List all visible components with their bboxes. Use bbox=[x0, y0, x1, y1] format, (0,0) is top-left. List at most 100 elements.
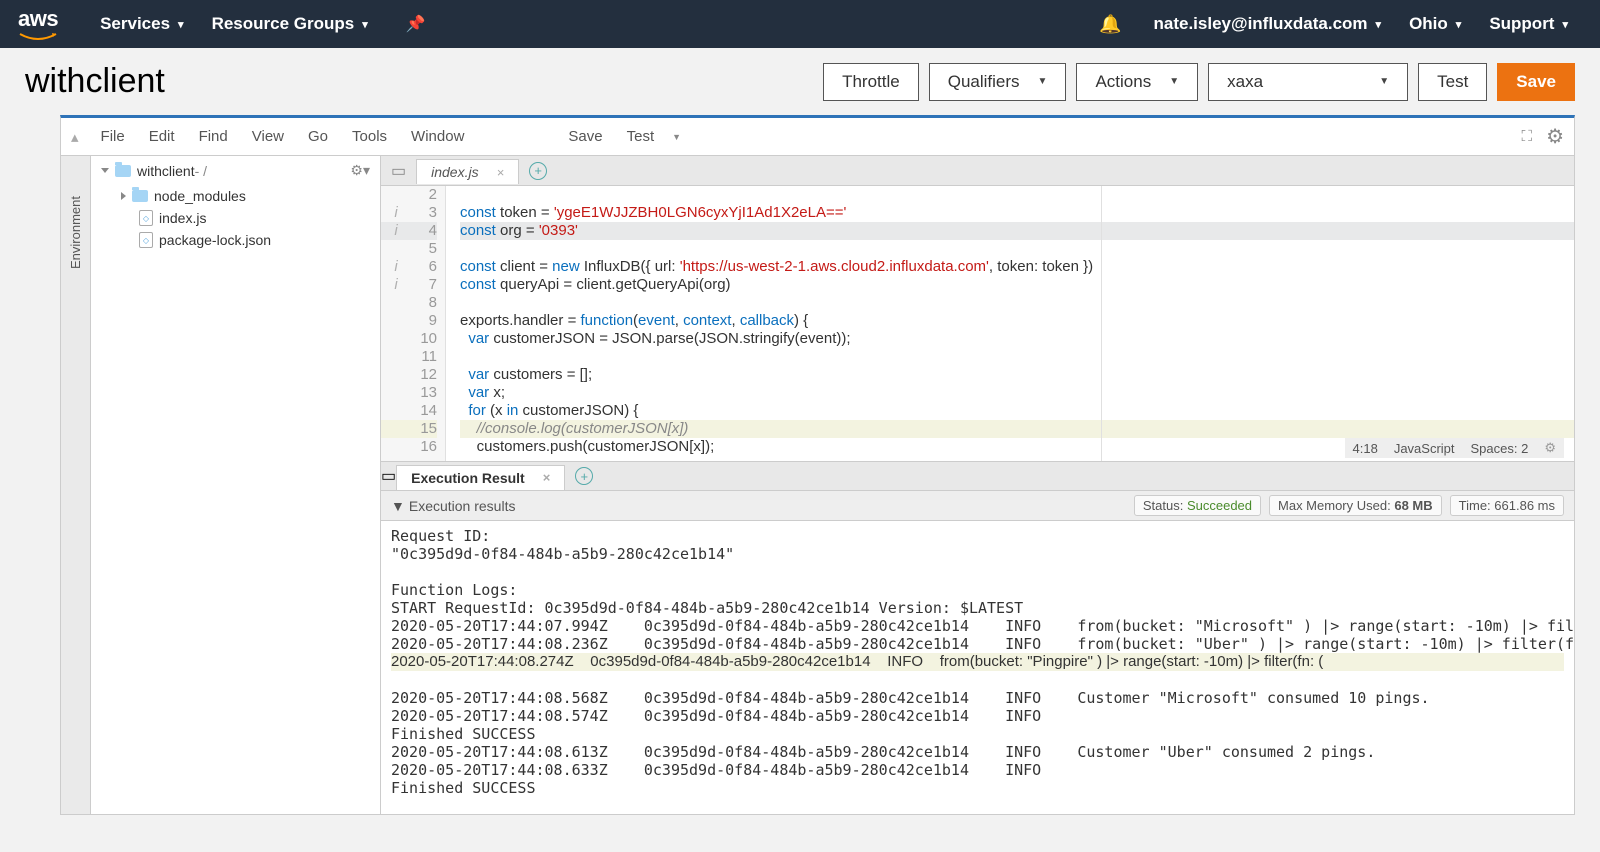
nav-support[interactable]: Support▾ bbox=[1475, 0, 1582, 48]
tree-file[interactable]: ◇ index.js bbox=[91, 207, 380, 229]
code-tab-bar: ▭ index.js × + bbox=[381, 156, 1574, 186]
file-icon: ◇ bbox=[139, 232, 153, 248]
add-tab-button[interactable]: + bbox=[575, 467, 593, 485]
tree-root-name[interactable]: withclient bbox=[137, 163, 195, 179]
triangle-down-icon[interactable]: ▼ bbox=[672, 132, 681, 142]
qualifiers-button[interactable]: Qualifiers ▼ bbox=[929, 63, 1067, 101]
tree-item-label: node_modules bbox=[154, 188, 246, 204]
bell-icon[interactable]: 🔔 bbox=[1099, 14, 1121, 35]
triangle-right-icon bbox=[121, 192, 126, 200]
nav-services[interactable]: Services ▾ bbox=[86, 0, 197, 48]
menu-file[interactable]: File bbox=[89, 128, 137, 145]
folder-icon bbox=[132, 190, 148, 202]
mem-value: 68 MB bbox=[1394, 498, 1432, 513]
throttle-label: Throttle bbox=[842, 72, 900, 92]
tab-results[interactable]: Execution Result × bbox=[396, 465, 565, 490]
add-tab-button[interactable]: + bbox=[529, 162, 547, 180]
cursor-info: 4:18 JavaScript Spaces: 2 ⚙ bbox=[1345, 438, 1565, 458]
close-icon[interactable]: × bbox=[497, 165, 505, 180]
pin-icon[interactable]: 📌 bbox=[392, 0, 440, 48]
tab-label: index.js bbox=[431, 164, 478, 180]
chevron-down-icon: ▾ bbox=[1376, 18, 1382, 31]
side-gutter[interactable]: Environment bbox=[61, 156, 91, 814]
time-value: 661.86 ms bbox=[1494, 498, 1555, 513]
aws-swoosh-icon bbox=[18, 32, 58, 42]
nav-region[interactable]: Ohio ▾ bbox=[1395, 0, 1475, 48]
code-pane[interactable]: ii ii 2345678910111213141516 const token… bbox=[381, 186, 1574, 461]
triangle-down-icon: ▼ bbox=[1038, 76, 1048, 87]
nav-region-label: Ohio bbox=[1409, 14, 1448, 34]
ide-menubar: ▴ FileEditFindViewGoToolsWindow Save Tes… bbox=[61, 118, 1574, 156]
environment-label: Environment bbox=[68, 196, 83, 269]
triangle-down-icon: ▼ bbox=[1169, 76, 1179, 87]
status-label: Status: bbox=[1143, 498, 1183, 513]
tree-root-suffix: - / bbox=[195, 163, 207, 179]
file-icon: ◇ bbox=[139, 210, 153, 226]
menu-find[interactable]: Find bbox=[187, 128, 240, 145]
results-tab-bar: ▭ Execution Result × + bbox=[381, 461, 1574, 491]
folder-icon bbox=[115, 165, 131, 177]
test-button[interactable]: Test bbox=[1418, 63, 1487, 101]
save-label: Save bbox=[1516, 72, 1556, 92]
close-icon[interactable]: × bbox=[543, 470, 551, 485]
throttle-button[interactable]: Throttle bbox=[823, 63, 919, 101]
triangle-down-icon: ▼ bbox=[1379, 76, 1389, 87]
triangle-down-icon[interactable] bbox=[101, 168, 109, 173]
tree-folder[interactable]: node_modules bbox=[91, 185, 380, 207]
function-title: withclient bbox=[25, 62, 165, 101]
gear-icon[interactable]: ⚙▾ bbox=[350, 162, 370, 179]
test-event-label: xaxa bbox=[1227, 72, 1263, 92]
time-chip: Time: 661.86 ms bbox=[1450, 495, 1564, 516]
results-title: Execution results bbox=[409, 498, 516, 514]
chevron-down-icon: ▾ bbox=[1562, 18, 1568, 31]
mem-label: Max Memory Used: bbox=[1278, 498, 1391, 513]
test-event-select[interactable]: xaxa ▼ bbox=[1208, 63, 1408, 101]
tab-scroll-icon[interactable]: ▭ bbox=[381, 161, 416, 181]
save-button[interactable]: Save bbox=[1497, 63, 1575, 101]
aws-top-nav: aws Services ▾ Resource Groups ▾ 📌 🔔 nate.… bbox=[0, 0, 1600, 48]
menu-edit[interactable]: Edit bbox=[137, 128, 187, 145]
tab-label: Execution Result bbox=[411, 470, 525, 486]
function-header: withclient Throttle Qualifiers ▼ Actions ▼… bbox=[0, 48, 1600, 115]
log-output[interactable]: Request ID: "0c395d9d-0f84-484b-a5b9-280… bbox=[381, 521, 1574, 814]
editor-area: ▭ index.js × + ii ii 23456789101112131415… bbox=[381, 156, 1574, 814]
tree-file[interactable]: ◇ package-lock.json bbox=[91, 229, 380, 251]
tab-scroll-icon[interactable]: ▭ bbox=[381, 466, 396, 486]
aws-logo-text: aws bbox=[18, 6, 58, 32]
gear-icon[interactable]: ⚙ bbox=[1544, 440, 1556, 456]
menu-tools[interactable]: Tools bbox=[340, 128, 399, 145]
nav-user[interactable]: nate.isley@influxdata.com ▾ bbox=[1140, 0, 1396, 48]
qualifiers-label: Qualifiers bbox=[948, 72, 1020, 92]
status-chip: Status: Succeeded bbox=[1134, 495, 1261, 516]
tree-item-label: index.js bbox=[159, 210, 206, 226]
nav-services-label: Services bbox=[100, 14, 170, 34]
file-tree: withclient - / ⚙▾ node_modules ◇ index.j… bbox=[91, 156, 381, 814]
cursor-pos: 4:18 bbox=[1353, 441, 1378, 456]
tree-item-label: package-lock.json bbox=[159, 232, 271, 248]
gear-icon[interactable]: ⚙ bbox=[1546, 124, 1564, 149]
fullscreen-icon[interactable]: ⛶ bbox=[1522, 128, 1533, 145]
nav-user-label: nate.isley@influxdata.com bbox=[1154, 14, 1368, 34]
collapse-icon[interactable]: ▴ bbox=[71, 128, 79, 146]
actions-button[interactable]: Actions ▼ bbox=[1076, 63, 1198, 101]
results-header: ▼ Execution results Status: Succeeded Ma… bbox=[381, 491, 1574, 521]
lang-label[interactable]: JavaScript bbox=[1394, 441, 1455, 456]
nav-resource-groups-label: Resource Groups bbox=[212, 14, 355, 34]
chevron-down-icon: ▾ bbox=[1456, 18, 1462, 31]
ide: ▴ FileEditFindViewGoToolsWindow Save Tes… bbox=[60, 115, 1575, 815]
aws-logo[interactable]: aws bbox=[18, 6, 58, 42]
menu-window[interactable]: Window bbox=[399, 128, 476, 145]
spaces-label[interactable]: Spaces: 2 bbox=[1471, 441, 1529, 456]
menu-go[interactable]: Go bbox=[296, 128, 340, 145]
actions-label: Actions bbox=[1095, 72, 1151, 92]
ide-test-button[interactable]: Test bbox=[615, 128, 667, 145]
triangle-down-icon[interactable]: ▼ bbox=[391, 498, 405, 514]
chevron-down-icon: ▾ bbox=[362, 18, 368, 31]
menu-view[interactable]: View bbox=[240, 128, 296, 145]
ide-save-button[interactable]: Save bbox=[556, 128, 614, 145]
nav-resource-groups[interactable]: Resource Groups ▾ bbox=[198, 0, 382, 48]
mem-chip: Max Memory Used: 68 MB bbox=[1269, 495, 1442, 516]
chevron-down-icon: ▾ bbox=[178, 18, 184, 31]
tab-code[interactable]: index.js × bbox=[416, 159, 519, 184]
time-label: Time: bbox=[1459, 498, 1491, 513]
